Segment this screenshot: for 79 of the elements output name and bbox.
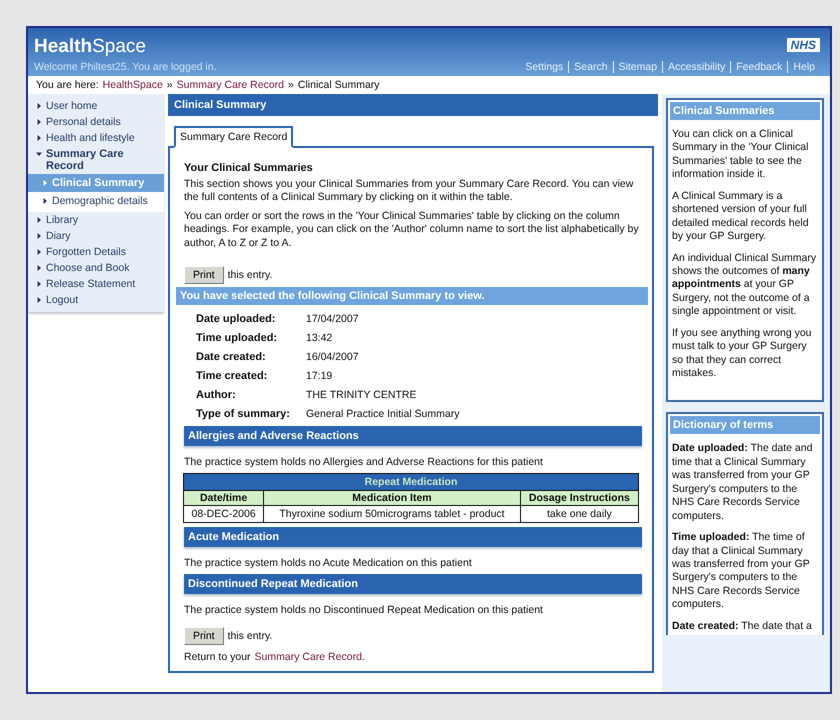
print-label: this entry. <box>228 269 272 282</box>
return-link[interactable]: Summary Care Record <box>254 651 362 664</box>
panel-paragraph: A Clinical Summary is a shortened version of your full detailed medical records held by your GP Surgery. <box>672 190 810 244</box>
triangle-icon <box>36 265 42 271</box>
panel-paragraph: Date created: The date that a <box>672 620 813 634</box>
print-button[interactable]: Print <box>184 266 224 284</box>
detail-label: Date created: <box>196 351 267 364</box>
section-header: Acute Medication <box>184 527 642 548</box>
section-header: Discontinued Repeat Medication <box>184 574 642 594</box>
table-cell: take one daily <box>520 506 638 523</box>
return-period: . <box>362 651 365 664</box>
panel-paragraph: Date uploaded: The date and time that a Clinical Summary was transferred from your GP Surgery's computers to the NHS Care Records Service computers. <box>672 442 814 524</box>
nav-item[interactable]: Demographic details <box>28 192 164 210</box>
detail-value: General Practice Initial Summary <box>306 408 460 420</box>
column-header[interactable]: Date/time <box>184 490 264 506</box>
section-header: Allergies and Adverse Reactions <box>184 426 642 446</box>
nav-item[interactable]: Diary <box>28 228 164 244</box>
triangle-icon <box>36 297 42 303</box>
selection-banner: You have selected the following Clinical Summary to view. <box>176 287 648 306</box>
detail-label: Author: <box>196 389 237 402</box>
detail-value: 17:19 <box>306 370 334 382</box>
nav-item[interactable]: Choose and Book <box>28 260 164 276</box>
breadcrumb-link[interactable]: HealthSpace <box>102 79 163 91</box>
table-title: Repeat Medication <box>184 474 638 491</box>
nav-item[interactable]: Release Statement <box>28 276 164 292</box>
breadcrumb-separator: » <box>288 79 294 91</box>
detail-label: Time uploaded: <box>196 332 278 344</box>
return-text: Return to your <box>184 651 251 664</box>
triangle-icon <box>36 151 42 157</box>
section-note: The practice system holds no Discontinued Repeat Medication on this patient <box>184 603 544 618</box>
triangle-icon <box>36 233 42 239</box>
detail-value: 13:42 <box>306 332 334 344</box>
detail-value: 17/04/2007 <box>306 313 360 326</box>
detail-label: Time created: <box>196 370 268 382</box>
nav-item[interactable]: Forgotten Details <box>28 244 164 260</box>
nav-item[interactable]: Library <box>28 212 164 228</box>
welcome-text: Welcome Philtest25. You are logged in. <box>34 61 217 73</box>
detail-label: Date uploaded: <box>196 313 276 326</box>
detail-value: 16/04/2007 <box>306 351 360 364</box>
breadcrumb-link[interactable]: Summary Care Record <box>176 79 284 91</box>
nhs-logo: NHS <box>786 38 820 52</box>
table-cell: 08-DEC-2006 <box>184 506 264 523</box>
table-cell: Thyroxine sodium 50micrograms tablet - product <box>264 506 520 523</box>
section-note: The practice system holds no Acute Medication on this patient <box>184 556 473 572</box>
triangle-icon <box>36 135 42 141</box>
nav-item[interactable]: Health and lifestyle <box>28 130 164 146</box>
triangle-icon <box>36 103 42 109</box>
nav-item[interactable]: Personal details <box>28 114 164 130</box>
triangle-icon <box>36 217 42 223</box>
detail-label: Type of summary: <box>196 408 291 420</box>
column-header[interactable]: Medication Item <box>264 490 520 506</box>
column-header[interactable]: Dosage Instructions <box>520 490 638 506</box>
section-heading: Your Clinical Summaries <box>184 162 314 174</box>
nav-item[interactable]: Logout <box>28 292 164 308</box>
breadcrumb-separator: » <box>166 79 173 91</box>
print-button[interactable]: Print <box>184 627 224 646</box>
triangle-icon <box>42 198 48 204</box>
panel-paragraph: An individual Clinical Summary shows the outcomes of many appointments at your GP Surgery, not the outcome of a single appointment or visit. <box>672 252 818 319</box>
panel-title: Dictionary of terms <box>670 416 820 434</box>
detail-value: THE TRINITY CENTRE <box>306 389 418 402</box>
panel-paragraph: If you see anything wrong you must talk to your GP Surgery so that they can correct mistakes. <box>672 326 813 380</box>
intro-paragraph: You can order or sort the rows in the 'Your Clinical Summaries' table by clicking on the column headings. For example, you can click on the 'Author' column name to sort the list alphabetically by author, A to Z or Z to A. <box>184 210 640 250</box>
site-logo: HealthSpace <box>34 36 146 58</box>
panel-paragraph: You can click on a Clinical Summary in the 'Your Clinical Summaries' table to see the information inside it. <box>672 128 810 182</box>
triangle-icon <box>36 119 42 125</box>
nav-item[interactable]: User home <box>28 98 164 114</box>
page-title: Clinical Summary <box>168 94 658 116</box>
panel-title: Clinical Summaries <box>670 102 820 120</box>
panel-paragraph: Time uploaded: The time of day that a Clinical Summary was transferred from your GP Surgery's computers to the NHS Care Records Service computers. <box>672 531 811 612</box>
triangle-icon <box>36 281 42 287</box>
breadcrumb-label: You are here: <box>36 79 99 91</box>
intro-paragraph: This section shows you your Clinical Summaries from your Summary Care Record. You can view the full contents of a Clinical Summary by clicking on it within the table. <box>184 178 634 205</box>
tab[interactable]: Summary Care Record <box>174 126 294 148</box>
section-note: The practice system holds no Allergies and Adverse Reactions for this patient <box>184 455 544 470</box>
triangle-icon <box>42 180 48 186</box>
triangle-icon <box>36 249 42 255</box>
nav-item[interactable]: Summary Care Record <box>28 146 164 174</box>
print-label: this entry. <box>228 630 272 642</box>
breadcrumb-current: Clinical Summary <box>298 79 380 91</box>
